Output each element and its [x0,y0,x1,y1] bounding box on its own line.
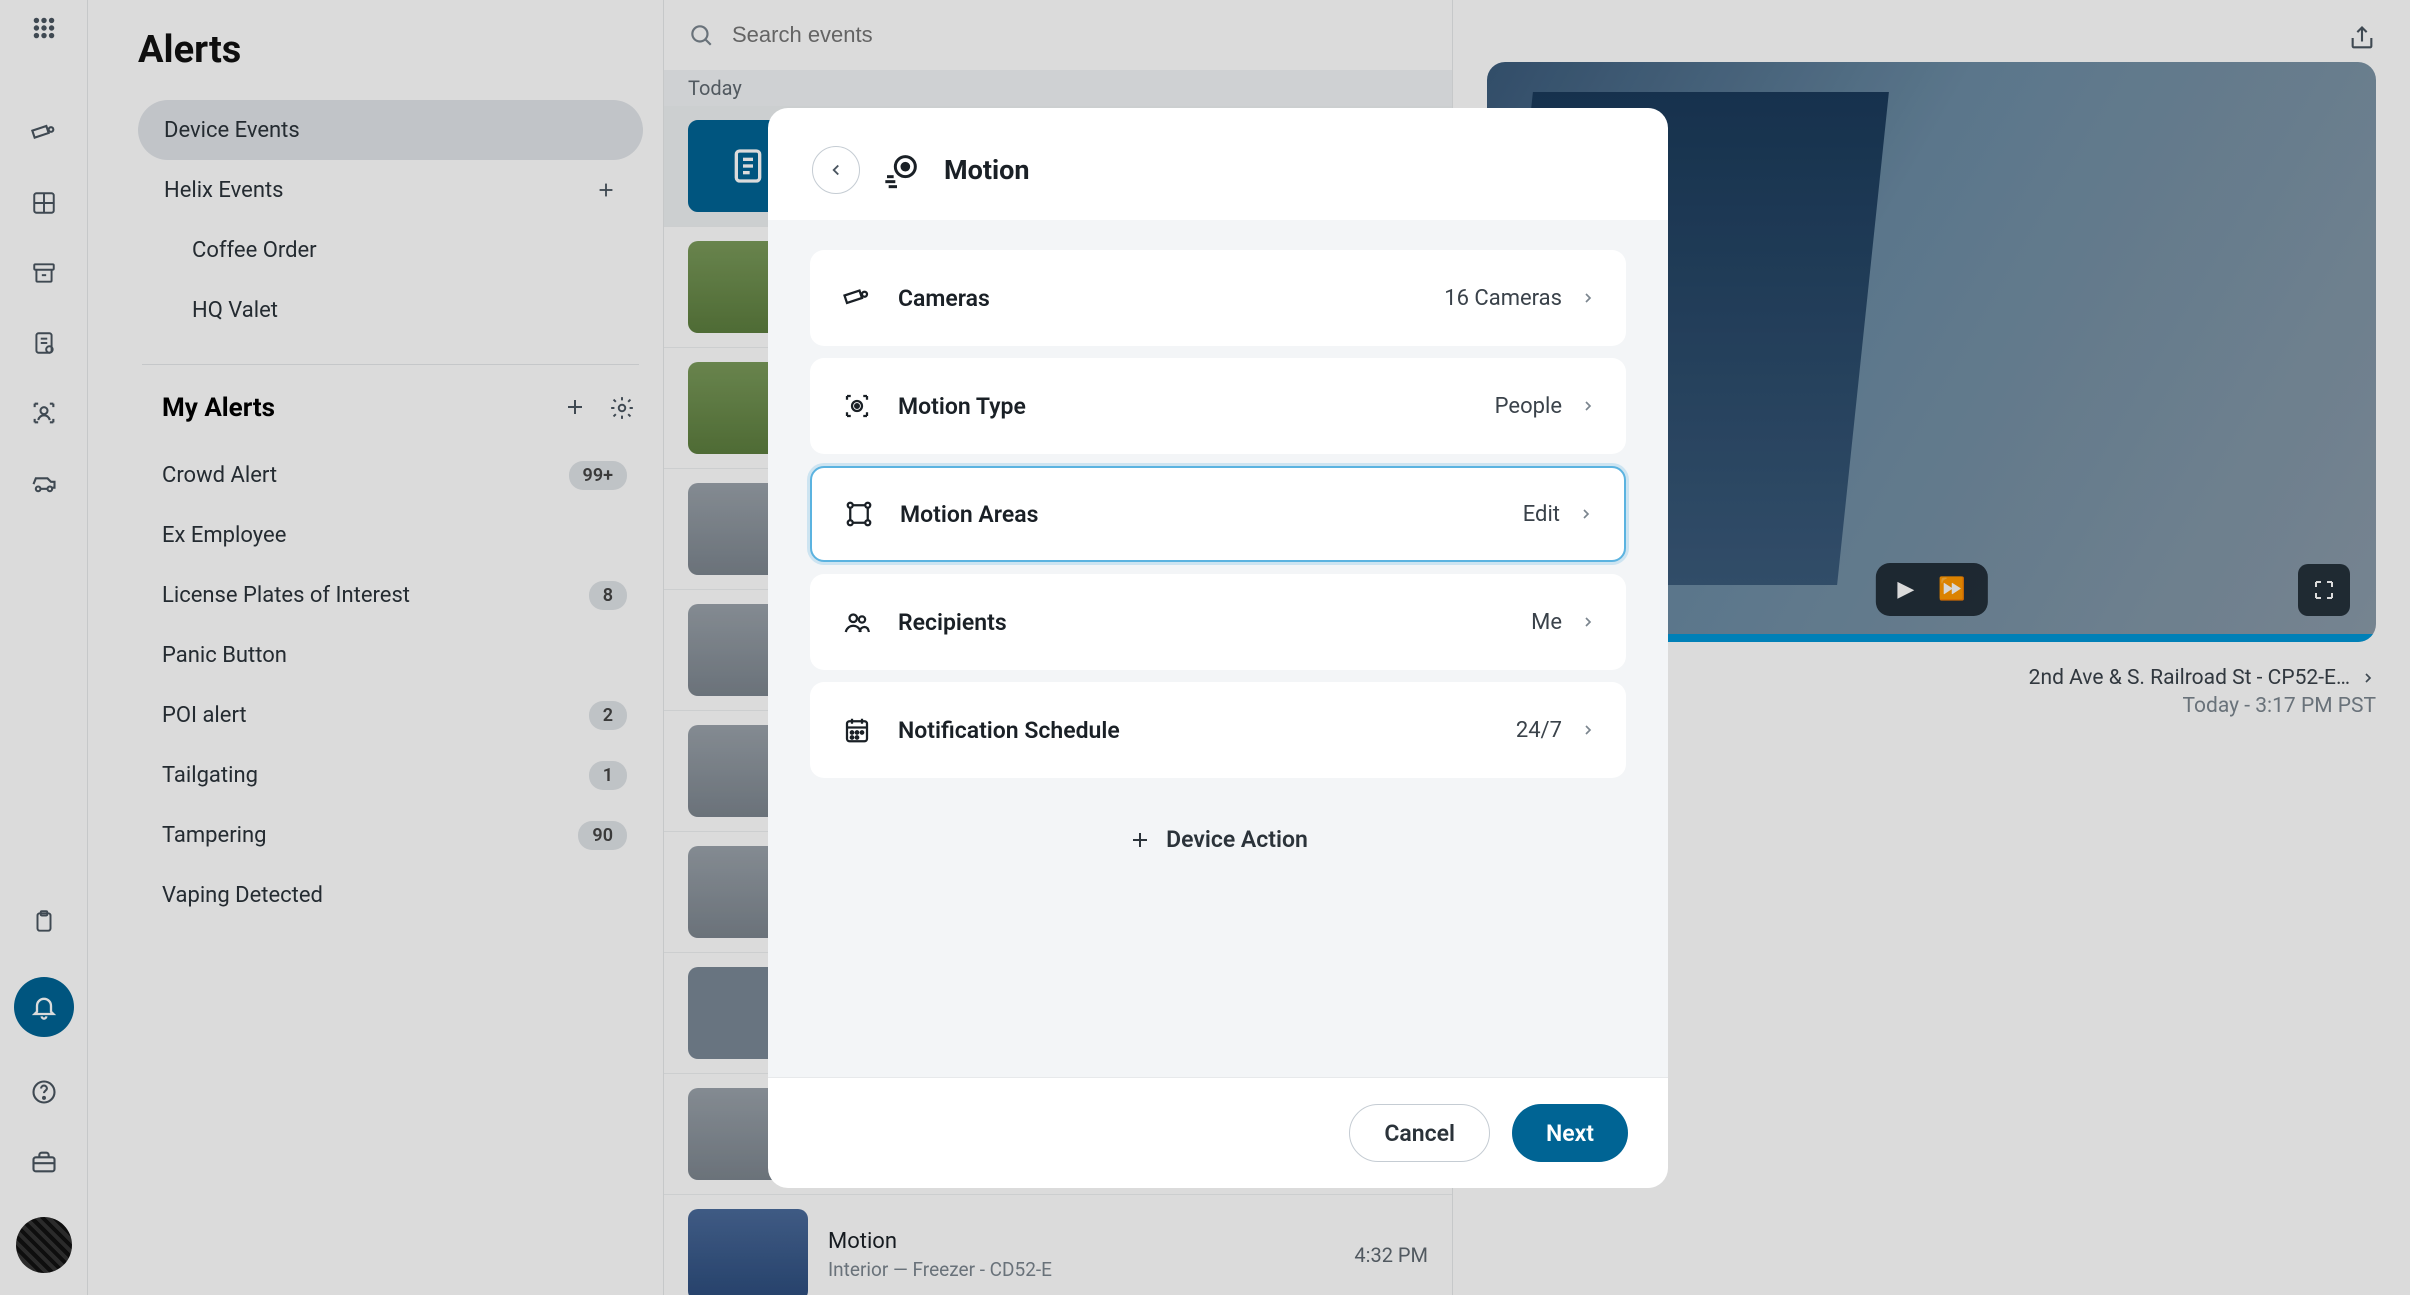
card-recipients[interactable]: Recipients Me [810,574,1626,670]
card-motion-areas[interactable]: Motion Areas Edit [810,466,1626,562]
motion-icon [882,150,922,190]
back-button[interactable] [812,146,860,194]
chevron-right-icon [1580,398,1596,414]
modal-footer: Cancel Next [768,1077,1668,1188]
motion-type-icon [840,389,874,423]
chevron-right-icon [1580,614,1596,630]
chevron-right-icon [1578,506,1594,522]
card-value: 24/7 [1516,718,1562,743]
card-value: People [1495,394,1562,419]
card-value: Me [1531,610,1562,635]
chevron-right-icon [1580,290,1596,306]
card-value: Edit [1523,502,1560,527]
calendar-icon [840,713,874,747]
modal-body: Cameras 16 Cameras Motion Type People Mo… [768,220,1668,1077]
chevron-right-icon [1580,722,1596,738]
card-schedule[interactable]: Notification Schedule 24/7 [810,682,1626,778]
add-device-action[interactable]: Device Action [810,826,1626,853]
camera-icon [840,281,874,315]
card-motion-type[interactable]: Motion Type People [810,358,1626,454]
modal-header: Motion [768,108,1668,220]
app-root: Alerts Device Events Helix Events Coffee… [0,0,2410,1295]
card-value: 16 Cameras [1444,286,1562,311]
plus-icon [1128,828,1152,852]
motion-modal: Motion Cameras 16 Cameras Motion Type Pe… [768,108,1668,1188]
recipients-icon [840,605,874,639]
motion-areas-icon [842,497,876,531]
next-button[interactable]: Next [1512,1104,1628,1162]
card-cameras[interactable]: Cameras 16 Cameras [810,250,1626,346]
cancel-button[interactable]: Cancel [1349,1104,1490,1162]
modal-title: Motion [944,154,1030,186]
